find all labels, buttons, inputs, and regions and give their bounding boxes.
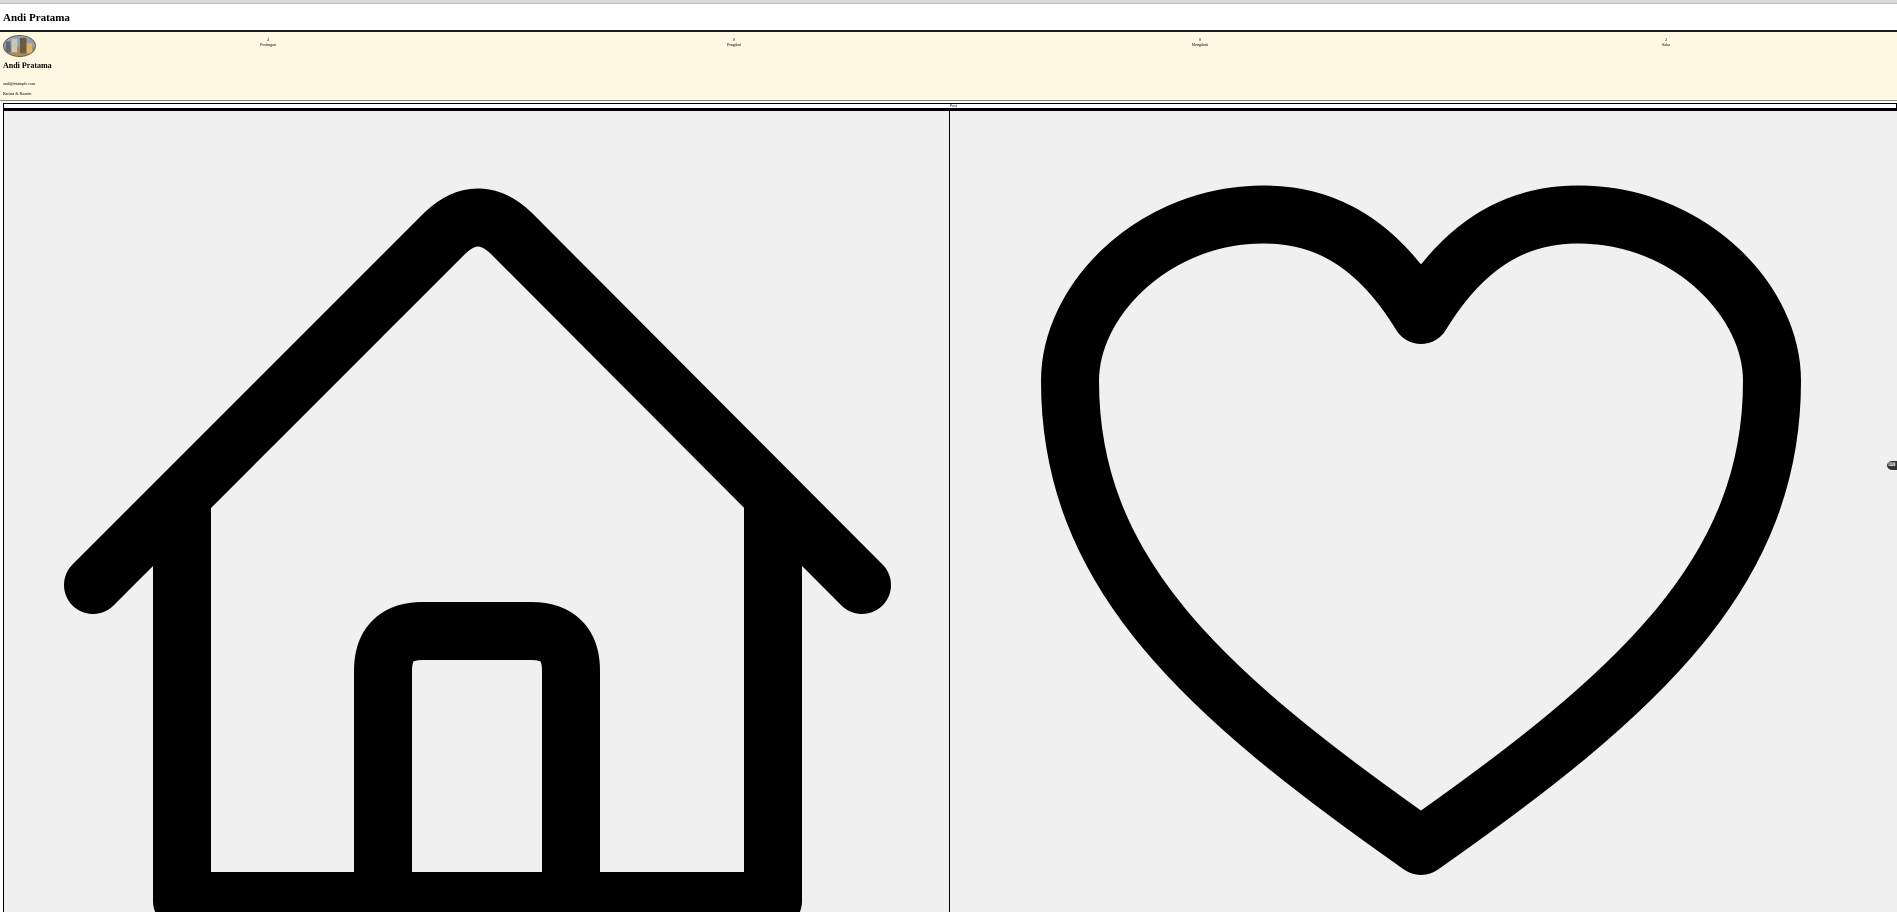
stat-label: Suka [1662,41,1670,47]
stat-likes[interactable]: 2 Suka [1636,37,1696,47]
avatar[interactable] [3,35,36,57]
post-tile[interactable] [950,111,1897,912]
chat-icon[interactable]: ⌨ [1887,461,1897,470]
stat-label: Mengikuti [1191,41,1209,47]
profile-name: Andi Pratama [3,61,52,70]
stat-posts[interactable]: 4 Postingan [238,37,298,47]
profile-header: Andi Pratama andi@example.com Barista & … [0,30,1897,101]
profile-role: Barista & Roaster [3,91,32,96]
tab-post[interactable]: Post [950,104,957,108]
stat-following[interactable]: 0 Mengikuti [1170,37,1230,47]
home-icon [64,188,891,912]
profile-email: andi@example.com [3,81,36,86]
heart-icon [1041,185,1801,875]
browser-top-strip [0,0,1897,4]
stat-followers[interactable]: 0 Pengikut [704,37,764,47]
stat-label: Postingan [260,41,276,47]
stat-label: Pengikut [726,41,742,47]
post-tile[interactable] [3,111,950,912]
post-grid [3,109,1897,912]
page-title: Andi Pratama [3,12,70,24]
profile-photo-icon [4,36,35,56]
